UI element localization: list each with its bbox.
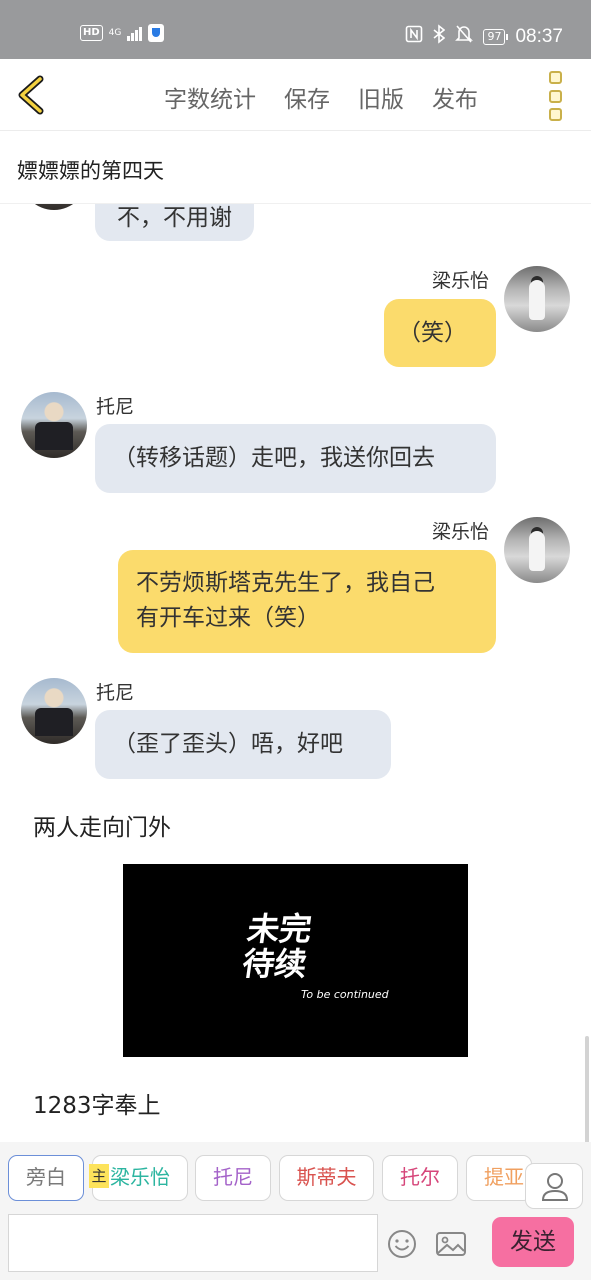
scrollbar[interactable] [585, 1036, 589, 1142]
person-icon [541, 1173, 569, 1201]
publish-button[interactable]: 发布 [432, 80, 478, 114]
clock: 08:37 [515, 25, 563, 47]
chevron-left-icon [18, 75, 44, 115]
shield-icon [148, 24, 165, 42]
message-bubble[interactable]: （歪了歪头）唔，好吧 [95, 710, 391, 779]
image-subtitle: To be continued [301, 988, 389, 1001]
avatar-tony[interactable] [21, 204, 87, 210]
speaker-name: 托尼 [96, 396, 135, 418]
message-bubble[interactable]: 不劳烦斯塔克先生了，我自己 有开车过来（笑） [118, 550, 496, 653]
character-chip-tony[interactable]: 托尼 [195, 1155, 271, 1201]
image-title: 未完 待续 [239, 910, 350, 983]
image-title-line: 待续 [239, 945, 310, 983]
status-right: 97 08:37 [405, 24, 563, 49]
save-button[interactable]: 保存 [284, 80, 330, 114]
mute-bell-icon [455, 24, 474, 49]
more-vertical-icon[interactable] [549, 71, 567, 121]
message-line: 不劳烦斯塔克先生了，我自己 [136, 570, 435, 596]
character-chip-tia[interactable]: 提亚 [466, 1155, 532, 1201]
status-bar: HD 4G 97 08:37 [0, 0, 591, 59]
character-manager-button[interactable] [525, 1163, 583, 1209]
chat-area[interactable]: 不，不用谢 梁乐怡 （笑） 托尼 （转移话题）走吧，我送你回去 梁乐怡 不劳烦斯… [0, 204, 591, 1142]
narration-text[interactable]: 1283字奉上 [33, 1086, 161, 1120]
message-input[interactable] [8, 1214, 378, 1272]
insert-image-button[interactable] [434, 1228, 468, 1260]
character-bar: 旁白 主 梁乐怡 托尼 斯蒂夫 托尔 提亚 [0, 1142, 591, 1212]
editor-header: 字数统计 保存 旧版 发布 [0, 59, 591, 131]
battery-indicator: 97 [483, 28, 509, 45]
message-bubble[interactable]: （转移话题）走吧，我送你回去 [95, 424, 496, 493]
speaker-name: 梁乐怡 [432, 521, 490, 543]
emoji-icon [388, 1230, 416, 1258]
character-chip-thor[interactable]: 托尔 [382, 1155, 458, 1201]
speaker-name: 托尼 [96, 682, 135, 704]
back-button[interactable] [14, 75, 54, 115]
inline-image[interactable]: 未完 待续 To be continued [123, 864, 468, 1057]
narration-text[interactable]: 两人走向门外 [33, 808, 171, 842]
signal-icon [127, 25, 143, 41]
image-title-line: 未完 [244, 910, 315, 948]
image-icon [436, 1232, 466, 1256]
chapter-title-bar[interactable]: 嫖嫖嫖的第四天 [0, 132, 591, 204]
host-tag: 主 [89, 1164, 109, 1188]
hd-indicator: HD [80, 25, 103, 41]
bluetooth-icon [433, 24, 446, 49]
message-bubble[interactable]: （笑） [384, 299, 496, 367]
network-type: 4G [108, 27, 122, 38]
old-version-button[interactable]: 旧版 [358, 80, 404, 114]
message-bubble[interactable]: 不，不用谢 [95, 204, 254, 241]
character-chip-steve[interactable]: 斯蒂夫 [279, 1155, 374, 1201]
word-count-button[interactable]: 字数统计 [164, 80, 256, 114]
input-bar: 发送 [0, 1212, 591, 1280]
message-line: 有开车过来（笑） [136, 605, 320, 631]
nfc-icon [405, 25, 423, 48]
character-chip-narrator[interactable]: 旁白 [8, 1155, 84, 1201]
avatar-liang[interactable] [504, 517, 570, 583]
send-button[interactable]: 发送 [492, 1217, 574, 1267]
avatar-tony[interactable] [21, 392, 87, 458]
avatar-tony[interactable] [21, 678, 87, 744]
speaker-name: 梁乐怡 [432, 270, 490, 292]
avatar-liang[interactable] [504, 266, 570, 332]
emoji-button[interactable] [386, 1228, 418, 1260]
header-actions: 字数统计 保存 旧版 发布 [164, 80, 478, 114]
status-left: HD 4G [80, 24, 165, 42]
chapter-title[interactable]: 嫖嫖嫖的第四天 [17, 155, 164, 185]
